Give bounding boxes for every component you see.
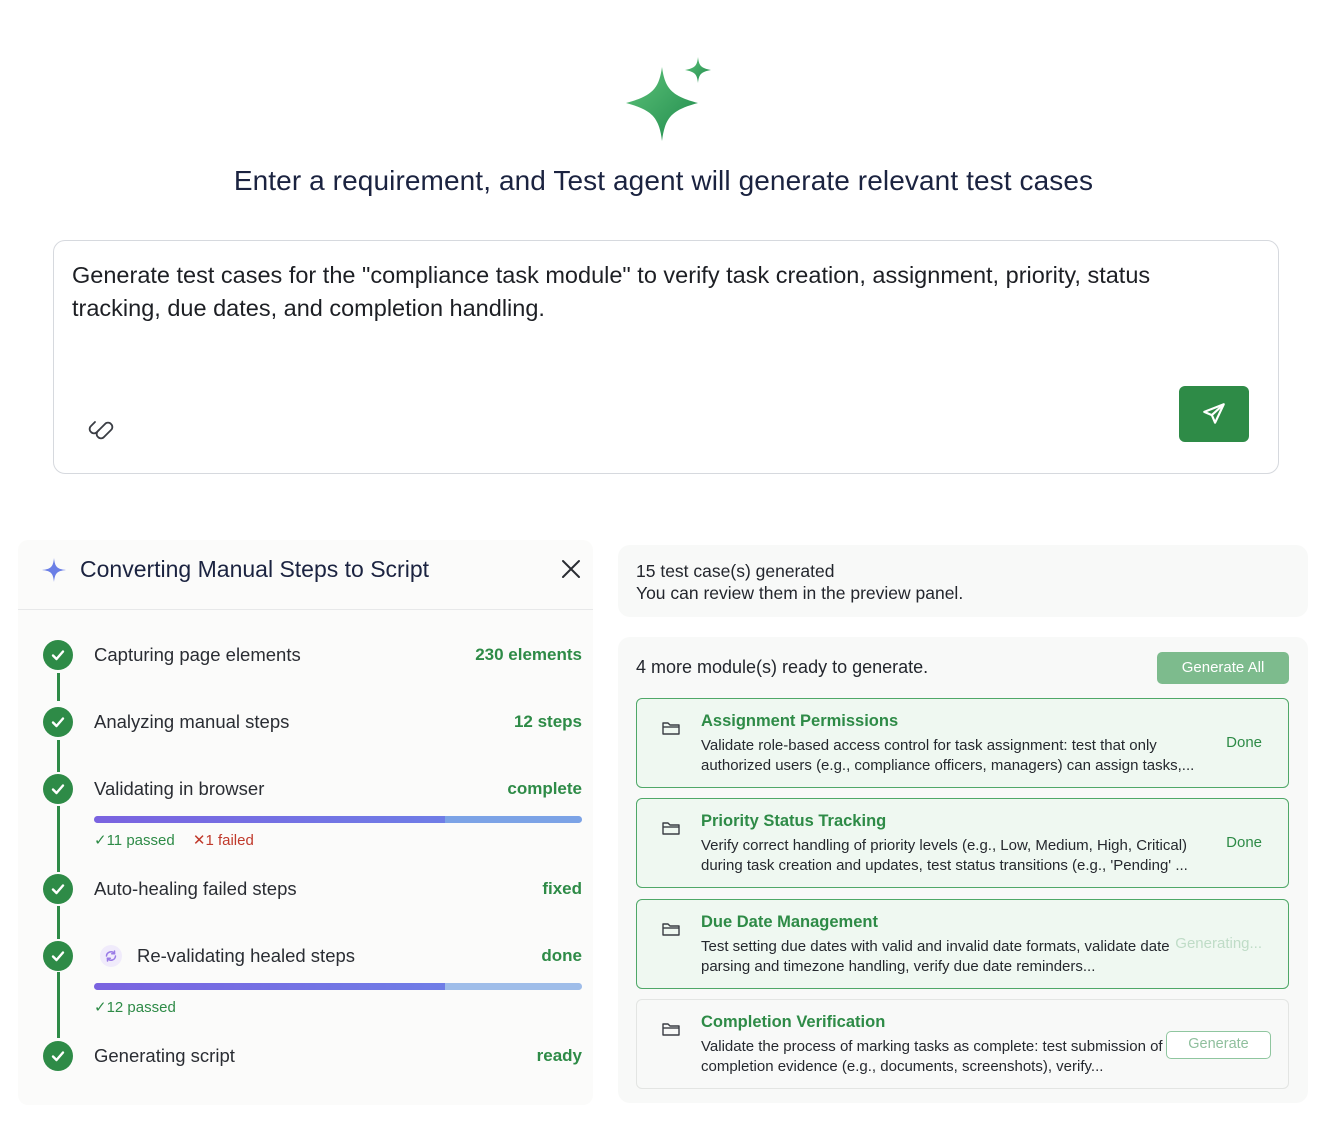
progress-remainder	[445, 983, 582, 990]
modules-panel: 4 more module(s) ready to generate. Gene…	[618, 637, 1308, 1103]
folder-icon	[662, 722, 680, 735]
step-label: Validating in browser	[94, 778, 265, 799]
module-description: Validate role-based access control for t…	[701, 737, 1195, 774]
requirement-text[interactable]: Generate test cases for the "compliance …	[72, 259, 1192, 325]
step-label: Re-validating healed steps	[137, 945, 356, 966]
module-card: Completion Verification Validate the pro…	[636, 999, 1289, 1089]
validation-results: ✓11 passed ✕1 failed	[94, 831, 254, 849]
sparkle-icon	[42, 558, 66, 582]
module-status: Done	[1226, 734, 1262, 751]
page-title: Enter a requirement, and Test agent will…	[233, 165, 1094, 196]
passed-count: ✓11 passed	[94, 832, 175, 849]
folder-icon	[662, 822, 680, 835]
send-button[interactable]	[1179, 386, 1249, 442]
module-title: Assignment Permissions	[701, 712, 899, 730]
module-card[interactable]: Priority Status Tracking Verify correct …	[636, 798, 1289, 888]
module-status: Done	[1226, 834, 1262, 851]
step-connector	[56, 806, 60, 872]
failed-count: ✕1 failed	[192, 832, 254, 849]
check-icon	[43, 707, 73, 737]
progress-fill	[94, 816, 446, 823]
step-connector	[56, 740, 60, 772]
paperclip-icon[interactable]	[84, 413, 116, 445]
step-label: Analyzing manual steps	[94, 711, 290, 732]
module-card[interactable]: Assignment Permissions Validate role-bas…	[636, 698, 1289, 788]
progress-remainder	[445, 816, 582, 823]
modules-heading: 4 more module(s) ready to generate.	[636, 657, 929, 677]
revalidation-results: ✓12 passed	[94, 998, 190, 1016]
step-connector	[56, 906, 60, 939]
conversion-title: Converting Manual Steps to Script	[80, 556, 430, 582]
module-card[interactable]: Due Date Management Test setting due dat…	[636, 899, 1289, 989]
summary-count: 15 test case(s) generated	[636, 561, 835, 581]
step-value: done	[541, 946, 582, 965]
check-icon	[43, 874, 73, 904]
sparkle-icon	[626, 57, 711, 141]
step-label: Capturing page elements	[94, 644, 301, 665]
step-connector	[56, 972, 60, 1038]
revalidation-progress-bar	[94, 983, 582, 990]
step-value: fixed	[542, 879, 582, 898]
module-description: Test setting due dates with valid and in…	[701, 938, 1170, 975]
step-label: Generating script	[94, 1045, 235, 1066]
close-icon[interactable]	[558, 556, 584, 582]
module-status: Generating...	[1175, 935, 1262, 952]
folder-icon	[662, 1023, 680, 1036]
step-value: 12 steps	[513, 712, 582, 731]
generation-summary: 15 test case(s) generated You can review…	[618, 545, 1308, 617]
conversion-panel: Converting Manual Steps to Script Captur…	[18, 540, 593, 1105]
check-icon	[43, 1041, 73, 1071]
validation-progress-bar	[94, 816, 582, 823]
generate-all-button[interactable]: Generate All	[1157, 652, 1289, 684]
conversion-header: Converting Manual Steps to Script	[18, 540, 593, 610]
step-value: ready	[536, 1046, 582, 1065]
step-value: complete	[507, 779, 582, 798]
requirement-input[interactable]: Generate test cases for the "compliance …	[53, 240, 1279, 474]
step-value: 230 elements	[475, 645, 582, 664]
module-title: Priority Status Tracking	[701, 812, 887, 830]
folder-icon	[662, 923, 680, 936]
module-description: Verify correct handling of priority leve…	[701, 837, 1188, 874]
module-title: Completion Verification	[701, 1013, 886, 1031]
check-icon	[43, 640, 73, 670]
module-description: Validate the process of marking tasks as…	[701, 1038, 1163, 1075]
send-icon	[1203, 403, 1225, 424]
step-label: Auto-healing failed steps	[94, 878, 297, 899]
progress-fill	[94, 983, 446, 990]
step-connector	[56, 673, 60, 701]
summary-hint: You can review them in the preview panel…	[636, 583, 964, 603]
module-title: Due Date Management	[701, 913, 878, 931]
refresh-icon	[100, 945, 122, 967]
check-icon	[43, 774, 73, 804]
generate-button[interactable]: Generate	[1166, 1031, 1271, 1059]
passed-count: ✓12 passed	[94, 999, 176, 1016]
check-icon	[43, 941, 73, 971]
